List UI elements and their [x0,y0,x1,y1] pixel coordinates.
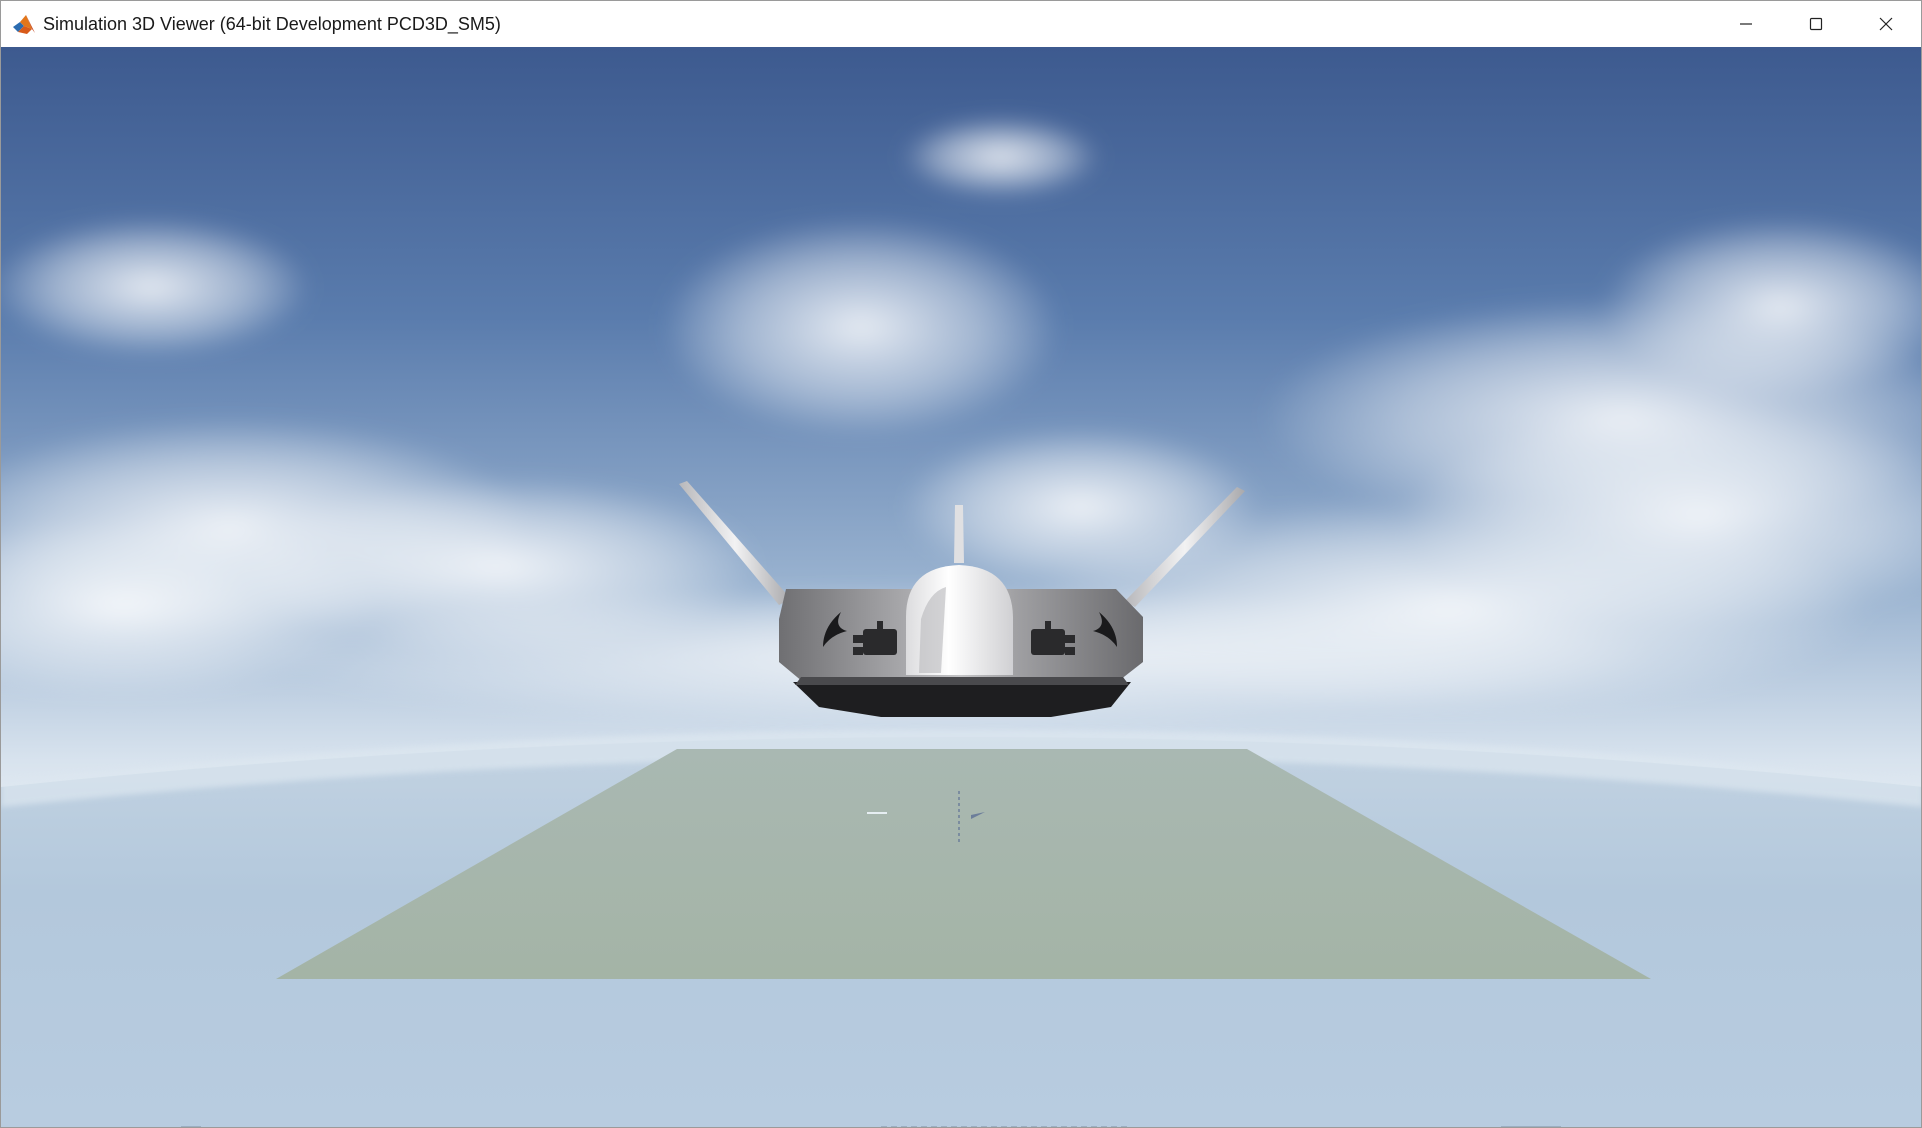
maximize-icon [1809,17,1823,31]
title-bar[interactable]: Simulation 3D Viewer (64-bit Development… [1,1,1921,47]
maximize-button[interactable] [1781,1,1851,47]
close-icon [1879,17,1893,31]
close-button[interactable] [1851,1,1921,47]
window-controls [1711,1,1921,47]
minimize-icon [1740,23,1752,25]
matlab-logo-icon [11,11,37,37]
3d-viewport[interactable] [1,47,1921,1128]
window-title: Simulation 3D Viewer (64-bit Development… [43,13,501,34]
app-window: Simulation 3D Viewer (64-bit Development… [0,0,1922,1128]
scene-canvas[interactable] [1,47,1921,1128]
minimize-button[interactable] [1711,1,1781,47]
